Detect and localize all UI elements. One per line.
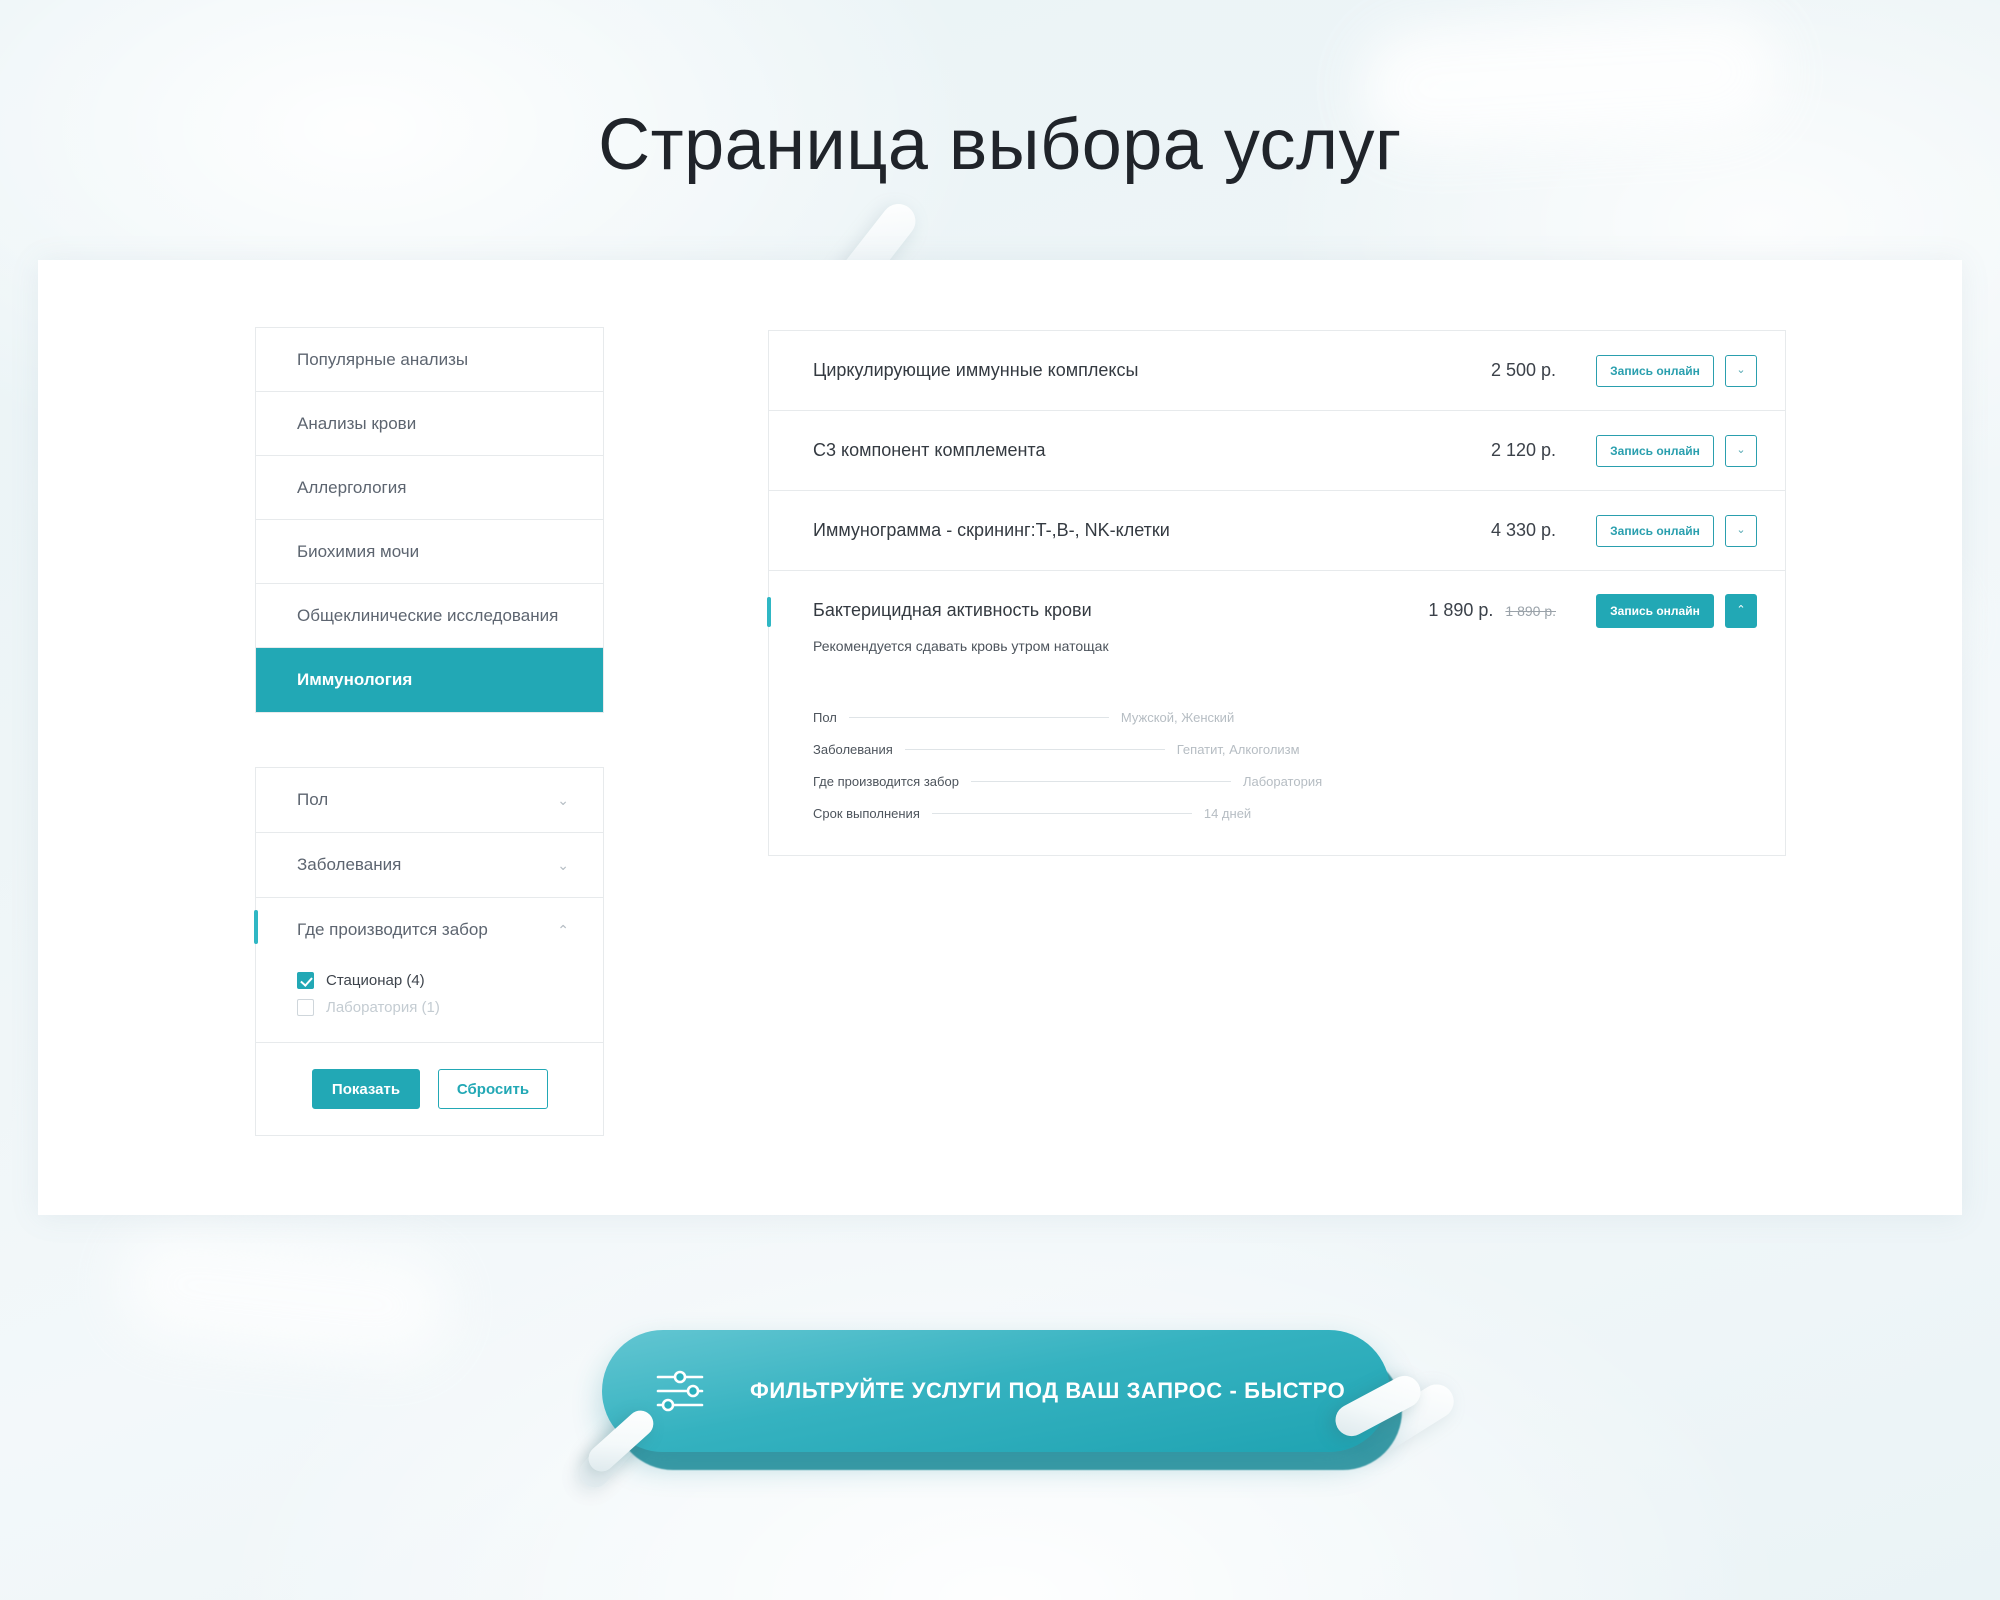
- spec-value: Лаборатория: [1242, 774, 1323, 789]
- filter-label: Пол: [297, 790, 329, 809]
- service-price: 2 120 р.: [1490, 440, 1556, 460]
- service-row-expanded: Бактерицидная активность крови 1 890 р. …: [767, 571, 1785, 855]
- service-name: Иммунограмма - скрининг:T-,B-, NK-клетки: [813, 520, 1170, 540]
- reset-button[interactable]: Сбросить: [438, 1069, 548, 1109]
- sliders-icon: [654, 1367, 706, 1415]
- active-filter-marker: [254, 910, 258, 944]
- service-note: Рекомендуется сдавать кровь утром натоща…: [813, 638, 1109, 654]
- active-row-marker: [767, 597, 771, 627]
- checkbox-icon[interactable]: [297, 972, 314, 989]
- filter-options-collection-place: Стационар (4) Лаборатория (1): [256, 972, 603, 1042]
- service-prices: 2 500 р.: [1491, 360, 1556, 381]
- spec-row: Срок выполнения 14 дней: [813, 806, 1741, 821]
- book-online-button[interactable]: Запись онлайн: [1596, 593, 1714, 628]
- service-row-main: Циркулирующие иммунные комплексы 2 500 р…: [769, 331, 1785, 410]
- service-detail: Рекомендуется сдавать кровь утром натоща…: [769, 638, 1785, 855]
- service-old-price: 1 890 р.: [1505, 603, 1556, 619]
- service-name: Циркулирующие иммунные комплексы: [813, 360, 1139, 380]
- filter-header-diseases[interactable]: Заболевания ⌄: [256, 833, 603, 897]
- service-actions: Запись онлайн ⌄: [1596, 354, 1757, 387]
- service-name: Бактерицидная активность крови: [813, 600, 1092, 620]
- expand-toggle-chevron-down-icon[interactable]: ⌄: [1725, 434, 1757, 467]
- spec-value: Гепатит, Алкоголизм: [1176, 742, 1300, 757]
- sidebar-item-immunology[interactable]: Иммунология: [256, 648, 603, 712]
- filter-label: Где производится забор: [297, 920, 488, 939]
- sidebar-item-label: Аллергология: [297, 477, 407, 497]
- service-row: Иммунограмма - скрининг:T-,B-, NK-клетки…: [769, 491, 1785, 571]
- sidebar-item-label: Биохимия мочи: [297, 541, 420, 561]
- service-actions: Запись онлайн ⌃: [1596, 593, 1757, 628]
- service-row-main: C3 компонент комплемента 2 120 р. Запись…: [769, 411, 1785, 490]
- spec-row: Где производится забор Лаборатория: [813, 774, 1741, 789]
- sidebar-item-label: Популярные анализы: [297, 349, 469, 369]
- checkbox-label: Стационар (4): [326, 972, 425, 989]
- chevron-down-icon: ⌄: [557, 792, 569, 808]
- sidebar-item-general-clinical[interactable]: Общеклинические исследования: [256, 584, 603, 648]
- service-actions: Запись онлайн ⌄: [1596, 514, 1757, 547]
- services-list: Циркулирующие иммунные комплексы 2 500 р…: [767, 330, 1786, 856]
- filter-actions-section: Показать Сбросить: [256, 1043, 603, 1135]
- content-card: Популярные анализы Анализы крови Аллерго…: [38, 260, 1962, 1215]
- service-price: 4 330 р.: [1490, 520, 1556, 540]
- book-online-button[interactable]: Запись онлайн: [1596, 354, 1714, 387]
- service-prices: 1 890 р. 1 890 р.: [1428, 600, 1556, 621]
- sidebar-item-blood[interactable]: Анализы крови: [256, 392, 603, 456]
- service-row: Циркулирующие иммунные комплексы 2 500 р…: [769, 331, 1785, 411]
- service-prices: 2 120 р.: [1491, 440, 1556, 461]
- filter-panel: Пол ⌄ Заболевания ⌄ Где производится заб…: [254, 767, 604, 1136]
- spec-label: Срок выполнения: [813, 806, 920, 821]
- service-row: C3 компонент комплемента 2 120 р. Запись…: [769, 411, 1785, 491]
- spec-value: 14 дней: [1203, 806, 1252, 821]
- filter-label: Заболевания: [297, 855, 402, 874]
- category-list: Популярные анализы Анализы крови Аллерго…: [255, 327, 604, 713]
- spec-label: Где производится забор: [813, 774, 959, 789]
- cta-banner: ФИЛЬТРУЙТЕ УСЛУГИ ПОД ВАШ ЗАПРОС - БЫСТР…: [583, 1330, 1427, 1477]
- book-online-button[interactable]: Запись онлайн: [1596, 434, 1714, 467]
- chevron-up-icon: ⌃: [557, 922, 569, 938]
- chevron-down-icon: ⌄: [557, 857, 569, 873]
- sidebar-item-urine-biochem[interactable]: Биохимия мочи: [256, 520, 603, 584]
- filter-header-gender[interactable]: Пол ⌄: [256, 768, 603, 832]
- spec-row: Заболевания Гепатит, Алкоголизм: [813, 742, 1741, 757]
- filter-cta-button[interactable]: ФИЛЬТРУЙТЕ УСЛУГИ ПОД ВАШ ЗАПРОС - БЫСТР…: [602, 1330, 1390, 1452]
- collapse-toggle-chevron-up-icon[interactable]: ⌃: [1725, 593, 1757, 628]
- service-prices: 4 330 р.: [1491, 520, 1556, 541]
- expand-toggle-chevron-down-icon[interactable]: ⌄: [1725, 514, 1757, 547]
- left-column: Популярные анализы Анализы крови Аллерго…: [254, 327, 604, 1136]
- checkbox-icon[interactable]: [297, 999, 314, 1016]
- checkbox-label: Лаборатория (1): [326, 999, 440, 1016]
- service-row-main: Иммунограмма - скрининг:T-,B-, NK-клетки…: [769, 491, 1785, 570]
- spec-leader-line: [970, 781, 1231, 782]
- filter-section-diseases: Заболевания ⌄: [256, 833, 603, 898]
- filter-section-gender: Пол ⌄: [256, 768, 603, 833]
- filter-section-collection-place: Где производится забор ⌃ Стационар (4) Л…: [254, 898, 603, 1043]
- checkbox-row-laboratory[interactable]: Лаборатория (1): [297, 999, 603, 1016]
- service-actions: Запись онлайн ⌄: [1596, 434, 1757, 467]
- cta-label: ФИЛЬТРУЙТЕ УСЛУГИ ПОД ВАШ ЗАПРОС - БЫСТР…: [750, 1378, 1346, 1403]
- spec-row: Пол Мужской, Женский: [813, 710, 1741, 725]
- sidebar-item-label: Анализы крови: [297, 413, 417, 433]
- spec-leader-line: [904, 749, 1165, 750]
- checkbox-row-stationary[interactable]: Стационар (4): [297, 972, 603, 989]
- show-button[interactable]: Показать: [312, 1069, 420, 1109]
- service-name: C3 компонент комплемента: [813, 440, 1046, 460]
- service-price: 1 890 р.: [1428, 600, 1494, 620]
- filter-header-collection-place[interactable]: Где производится забор ⌃: [256, 898, 603, 962]
- spec-label: Заболевания: [813, 742, 893, 757]
- expand-toggle-chevron-down-icon[interactable]: ⌄: [1725, 354, 1757, 387]
- sidebar-item-popular[interactable]: Популярные анализы: [256, 328, 603, 392]
- bg-blob-2: [115, 1223, 455, 1367]
- page-title: Страница выбора услуг: [598, 105, 1402, 185]
- filter-actions: Показать Сбросить: [256, 1043, 603, 1135]
- sidebar-item-label: Иммунология: [297, 670, 413, 689]
- sidebar-item-label: Общеклинические исследования: [297, 605, 559, 625]
- book-online-button[interactable]: Запись онлайн: [1596, 514, 1714, 547]
- service-price: 2 500 р.: [1490, 360, 1556, 380]
- spec-leader-line: [931, 813, 1192, 814]
- spec-value: Мужской, Женский: [1120, 710, 1235, 725]
- spec-leader-line: [848, 717, 1109, 718]
- spec-label: Пол: [813, 710, 837, 725]
- sidebar-item-allergology[interactable]: Аллергология: [256, 456, 603, 520]
